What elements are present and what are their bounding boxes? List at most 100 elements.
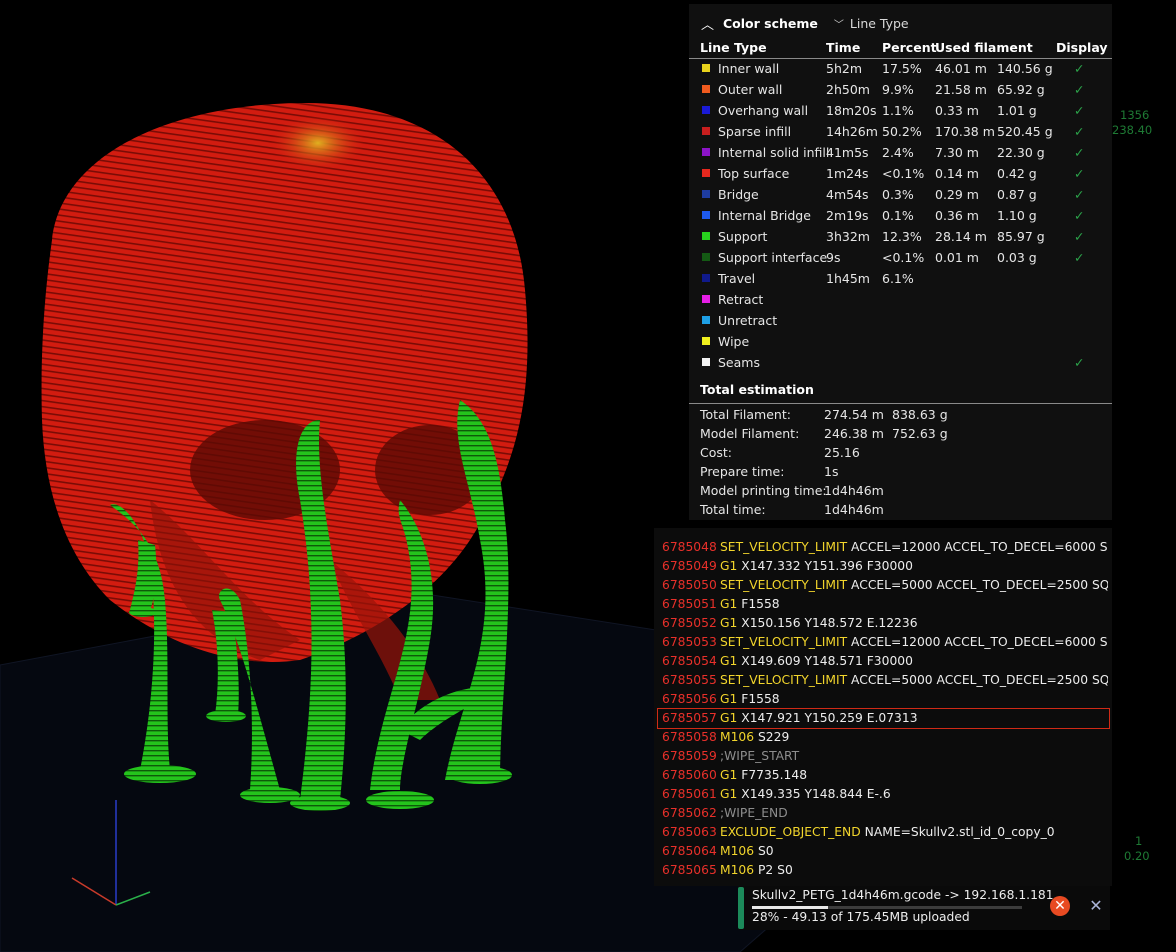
- estimation-title: Total estimation: [700, 382, 814, 397]
- line-type-swatch: [702, 253, 710, 261]
- gcode-line[interactable]: 6785059 ;WIPE_START: [658, 747, 1108, 766]
- gcode-line[interactable]: 6785063 EXCLUDE_OBJECT_END NAME=Skullv2.s…: [658, 823, 1108, 842]
- display-check-icon[interactable]: ✓: [1074, 142, 1084, 163]
- line-type-label: Internal solid infill: [718, 145, 830, 160]
- gcode-line[interactable]: 6785049 G1 X147.332 Y151.396 F30000: [658, 557, 1108, 576]
- line-type-swatch: [702, 169, 710, 177]
- line-type-time: 9s: [826, 250, 841, 265]
- gcode-line[interactable]: 6785064 M106 S0: [658, 842, 1108, 861]
- legend-header: ︿ Color scheme ﹀ Line Type: [701, 12, 909, 34]
- gcode-line[interactable]: 6785053 SET_VELOCITY_LIMIT ACCEL=12000 AC…: [658, 633, 1108, 652]
- gcode-command: ;WIPE_START: [720, 749, 800, 763]
- gcode-line[interactable]: 6785060 G1 F7735.148: [658, 766, 1108, 785]
- legend-row[interactable]: Retract: [689, 289, 1112, 310]
- gcode-line[interactable]: 6785055 SET_VELOCITY_LIMIT ACCEL=5000 ACC…: [658, 671, 1108, 690]
- line-type-length: 28.14 m: [935, 229, 987, 244]
- line-type-swatch: [702, 295, 710, 303]
- line-type-swatch: [702, 127, 710, 135]
- estimation-value: 25.16: [824, 445, 860, 460]
- gcode-line[interactable]: 6785058 M106 S229: [658, 728, 1108, 747]
- gcode-line-selected[interactable]: 6785057 G1 X147.921 Y150.259 E.07313: [657, 708, 1110, 729]
- line-type-weight: 520.45 g: [997, 124, 1053, 139]
- gcode-line[interactable]: 6785062 ;WIPE_END: [658, 804, 1108, 823]
- gcode-command: M106: [720, 844, 755, 858]
- upload-status: 28% - 49.13 of 175.45MB uploaded: [752, 910, 970, 924]
- line-type-weight: 140.56 g: [997, 61, 1053, 76]
- legend-title: Color scheme: [723, 15, 818, 31]
- legend-row[interactable]: Sparse infill 14h26m 50.2% 170.38 m 520.45 g…: [689, 121, 1112, 142]
- display-check-icon[interactable]: ✓: [1074, 184, 1084, 205]
- legend-row[interactable]: Seams ✓: [689, 352, 1112, 373]
- gcode-line[interactable]: 6785061 G1 X149.335 Y148.844 E-.6: [658, 785, 1108, 804]
- line-type-time: 1h45m: [826, 271, 870, 286]
- display-check-icon[interactable]: ✓: [1074, 58, 1084, 79]
- display-check-icon[interactable]: ✓: [1074, 163, 1084, 184]
- legend-row[interactable]: Wipe: [689, 331, 1112, 352]
- gcode-command: G1: [720, 692, 738, 706]
- gcode-line-number: 6785064: [662, 844, 717, 858]
- estimation-row: Model printing time: 1d4h46m: [689, 481, 1112, 500]
- line-type-swatch: [702, 190, 710, 198]
- line-type-length: 170.38 m: [935, 124, 995, 139]
- legend-row[interactable]: Top surface 1m24s <0.1% 0.14 m 0.42 g ✓: [689, 163, 1112, 184]
- gcode-line[interactable]: 6785051 G1 F1558: [658, 595, 1108, 614]
- estimation-value: 1d4h46m: [824, 502, 884, 517]
- gcode-line[interactable]: 6785065 M106 P2 S0: [658, 861, 1108, 880]
- display-check-icon[interactable]: ✓: [1074, 247, 1084, 268]
- legend-row[interactable]: Unretract: [689, 310, 1112, 331]
- legend-row[interactable]: Internal solid infill 41m5s 2.4% 7.30 m 22.3…: [689, 142, 1112, 163]
- gcode-command: G1: [720, 597, 738, 611]
- gcode-line[interactable]: 6785054 G1 X149.609 Y148.571 F30000: [658, 652, 1108, 671]
- display-check-icon[interactable]: ✓: [1074, 79, 1084, 100]
- upload-progress-bar: [752, 906, 1022, 909]
- legend-row[interactable]: Bridge 4m54s 0.3% 0.29 m 0.87 g ✓: [689, 184, 1112, 205]
- display-check-icon[interactable]: ✓: [1074, 226, 1084, 247]
- legend-row[interactable]: Travel 1h45m 6.1%: [689, 268, 1112, 289]
- display-check-icon[interactable]: ✓: [1074, 121, 1084, 142]
- estimation-row: Cost: 25.16: [689, 443, 1112, 462]
- col-used-filament: Used filament: [935, 40, 1033, 55]
- cancel-circle-icon[interactable]: ✕: [1050, 896, 1070, 916]
- chevron-down-icon: ﹀: [833, 19, 844, 31]
- line-type-percent: <0.1%: [882, 250, 925, 265]
- display-check-icon[interactable]: ✓: [1074, 205, 1084, 226]
- gcode-command: EXCLUDE_OBJECT_END: [720, 825, 861, 839]
- line-type-label: Top surface: [718, 166, 790, 181]
- gcode-arguments: X147.921 Y150.259 E.07313: [737, 711, 918, 725]
- layer-top-height: 238.40: [1112, 123, 1153, 137]
- col-line-type: Line Type: [700, 40, 767, 55]
- legend-row[interactable]: Inner wall 5h2m 17.5% 46.01 m 140.56 g ✓: [689, 58, 1112, 79]
- chevron-up-icon[interactable]: ︿: [701, 14, 719, 33]
- layer-bottom-number: 1: [1135, 834, 1143, 848]
- line-type-swatch: [702, 232, 710, 240]
- legend-row[interactable]: Overhang wall 18m20s 1.1% 0.33 m 1.01 g ✓: [689, 100, 1112, 121]
- legend-row[interactable]: Support interface 9s <0.1% 0.01 m 0.03 g ✓: [689, 247, 1112, 268]
- color-scheme-dropdown[interactable]: ﹀ Line Type: [834, 16, 909, 31]
- gcode-line-number: 6785057: [662, 711, 717, 725]
- gcode-line[interactable]: 6785052 G1 X150.156 Y148.572 E.12236: [658, 614, 1108, 633]
- line-type-label: Sparse infill: [718, 124, 792, 139]
- gcode-arguments: X149.335 Y148.844 E-.6: [737, 787, 891, 801]
- legend-row[interactable]: Outer wall 2h50m 9.9% 21.58 m 65.92 g ✓: [689, 79, 1112, 100]
- gcode-arguments: ACCEL=5000 ACCEL_TO_DECEL=2500 SQ...: [847, 673, 1108, 687]
- gcode-arguments: S0: [754, 844, 774, 858]
- line-type-swatch: [702, 64, 710, 72]
- line-type-percent: 0.3%: [882, 187, 914, 202]
- display-check-icon[interactable]: ✓: [1074, 352, 1084, 373]
- gcode-viewer[interactable]: 6785048 SET_VELOCITY_LIMIT ACCEL=12000 AC…: [654, 528, 1112, 886]
- gcode-line[interactable]: 6785050 SET_VELOCITY_LIMIT ACCEL=5000 ACC…: [658, 576, 1108, 595]
- gcode-line-number: 6785054: [662, 654, 717, 668]
- line-type-percent: <0.1%: [882, 166, 925, 181]
- estimation-key: Model printing time:: [700, 483, 827, 498]
- display-check-icon[interactable]: ✓: [1074, 100, 1084, 121]
- legend-row[interactable]: Internal Bridge 2m19s 0.1% 0.36 m 1.10 g ✓: [689, 205, 1112, 226]
- line-type-percent: 6.1%: [882, 271, 914, 286]
- legend-row[interactable]: Support 3h32m 12.3% 28.14 m 85.97 g ✓: [689, 226, 1112, 247]
- line-type-label: Unretract: [718, 313, 778, 328]
- gcode-line-number: 6785063: [662, 825, 717, 839]
- gcode-line-number: 6785053: [662, 635, 717, 649]
- gcode-line-number: 6785058: [662, 730, 717, 744]
- gcode-line[interactable]: 6785048 SET_VELOCITY_LIMIT ACCEL=12000 AC…: [658, 538, 1108, 557]
- close-x-icon[interactable]: ✕: [1087, 896, 1105, 916]
- gcode-line[interactable]: 6785056 G1 F1558: [658, 690, 1108, 709]
